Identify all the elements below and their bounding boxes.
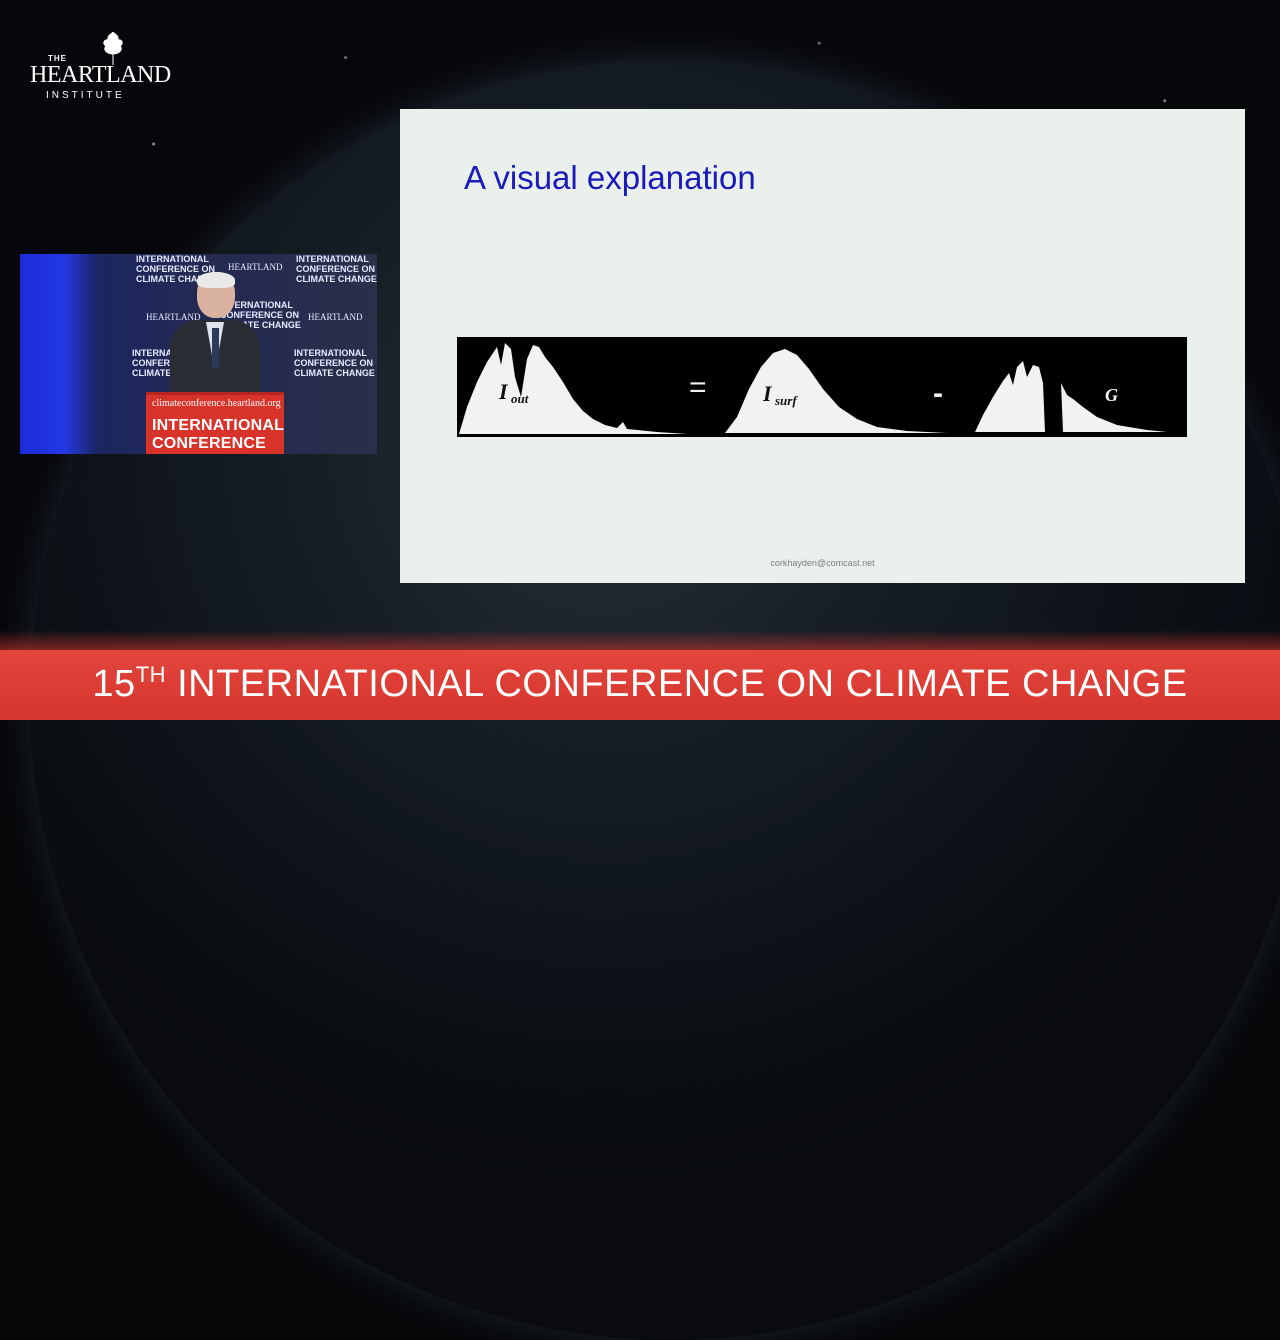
podium-url: climateconference.heartland.org <box>152 398 281 409</box>
spectrum-diagram: I out = I surf - G <box>459 343 1167 434</box>
slide-title: A visual explanation <box>464 159 756 196</box>
i-surf-spectrum <box>725 349 947 433</box>
label-i-surf: I <box>762 381 773 406</box>
podium: climateconference.heartland.org INTERNAT… <box>146 392 284 454</box>
podium-sign: INTERNATIONAL CONFERENCE ON <box>152 417 285 454</box>
presentation-slide: A visual explanation I out = I surf - G … <box>400 109 1245 583</box>
backdrop-text-5: INTERNATIONAL CONFERENCE ON CLIMATE CHANGE <box>294 348 375 378</box>
spectrum-equation-strip: I out = I surf - G <box>457 337 1187 437</box>
banner-text: INTERNATIONAL CONFERENCE ON CLIMATE CHAN… <box>177 663 1188 705</box>
minus-sign: - <box>933 377 943 410</box>
backdrop-logo-1: HEARTLAND <box>228 262 283 272</box>
g-spectrum-1 <box>975 361 1045 432</box>
banner-title: 15TH INTERNATIONAL CONFERENCE ON CLIMATE… <box>0 662 1280 706</box>
label-i-out-sub: out <box>511 391 529 406</box>
banner-number: 15 <box>92 663 136 705</box>
i-out-spectrum <box>459 343 687 434</box>
speaker-video: INTERNATIONAL CONFERENCE ON CLIMATE CHANGE… <box>20 254 377 454</box>
label-i-surf-sub: surf <box>774 393 798 408</box>
label-g: G <box>1105 385 1118 405</box>
equals-sign: = <box>689 371 707 404</box>
label-i-out: I <box>498 379 509 404</box>
slide-email: corkhayden@comcast.net <box>770 558 875 568</box>
backdrop-text-2: INTERNATIONAL CONFERENCE ON CLIMATE CHANGE <box>296 254 377 284</box>
banner-fade <box>0 630 1280 652</box>
logo-name: HEARTLAND <box>30 62 171 88</box>
banner-suffix: TH <box>135 662 167 687</box>
logo-subtitle: INSTITUTE <box>46 90 125 101</box>
oak-leaf-icon <box>103 32 123 65</box>
backdrop-logo-3: HEARTLAND <box>308 312 363 322</box>
heartland-logo: THE HEARTLAND INSTITUTE <box>28 32 171 107</box>
